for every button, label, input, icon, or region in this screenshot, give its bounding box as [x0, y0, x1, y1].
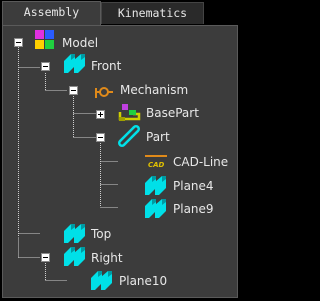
tree-row-plane10[interactable]: Plane10	[91, 271, 167, 290]
tree-connector-lines	[18, 47, 118, 281]
collapse-right-toggle[interactable]	[41, 253, 50, 262]
tree-row-part[interactable]: Part	[96, 125, 170, 147]
assembly-tree-panel: Model Front Mechanism BasePart Part CAD …	[2, 25, 238, 298]
tree-label-front: Front	[91, 59, 122, 73]
plane-icon	[64, 54, 85, 73]
collapse-mechanism-toggle[interactable]	[69, 86, 78, 95]
basepart-icon	[118, 104, 141, 121]
tree-label-mechanism: Mechanism	[120, 83, 188, 97]
plane-icon	[145, 199, 166, 218]
collapse-model-toggle[interactable]	[14, 38, 23, 47]
tab-assembly[interactable]: Assembly	[2, 1, 101, 25]
plane-icon	[64, 247, 85, 266]
tree-label-right: Right	[91, 251, 123, 265]
tree-row-basepart[interactable]: BasePart	[96, 104, 200, 121]
model-icon	[35, 30, 54, 49]
collapse-part-toggle[interactable]	[96, 133, 105, 142]
plane-icon	[64, 224, 85, 243]
tree-label-part: Part	[146, 130, 170, 144]
tree-row-right[interactable]: Right	[41, 247, 123, 266]
tree-row-plane9[interactable]: Plane9	[145, 199, 214, 218]
expand-basepart-toggle[interactable]	[96, 110, 105, 119]
tree-row-front[interactable]: Front	[41, 54, 122, 73]
tree-label-plane9: Plane9	[173, 202, 214, 216]
tree-row-plane4[interactable]: Plane4	[145, 176, 214, 195]
tree-label-plane10: Plane10	[119, 274, 167, 288]
tree-label-plane4: Plane4	[173, 179, 214, 193]
plane-icon	[91, 271, 112, 290]
tree-label-cad-line: CAD-Line	[173, 155, 228, 169]
cad-badge-text: CAD	[148, 161, 165, 169]
plane-icon	[145, 176, 166, 195]
tree-row-top[interactable]: Top	[64, 224, 111, 243]
tab-kinematics[interactable]: Kinematics	[101, 2, 204, 24]
mechanism-icon	[95, 87, 113, 98]
part-link-icon	[118, 125, 140, 147]
collapse-front-toggle[interactable]	[41, 62, 50, 71]
tree-canvas: Model Front Mechanism BasePart Part CAD …	[14, 30, 228, 290]
tree-row-mechanism[interactable]: Mechanism	[69, 83, 189, 98]
cad-icon: CAD	[145, 155, 167, 169]
tree-label-basepart: BasePart	[146, 106, 199, 120]
tree-row-cad-line[interactable]: CAD CAD-Line	[145, 155, 228, 169]
tab-bar: Assembly Kinematics	[0, 0, 240, 25]
tree-row-model[interactable]: Model	[14, 30, 99, 50]
tree-label-top: Top	[90, 227, 111, 241]
tree-label-model: Model	[62, 36, 98, 50]
